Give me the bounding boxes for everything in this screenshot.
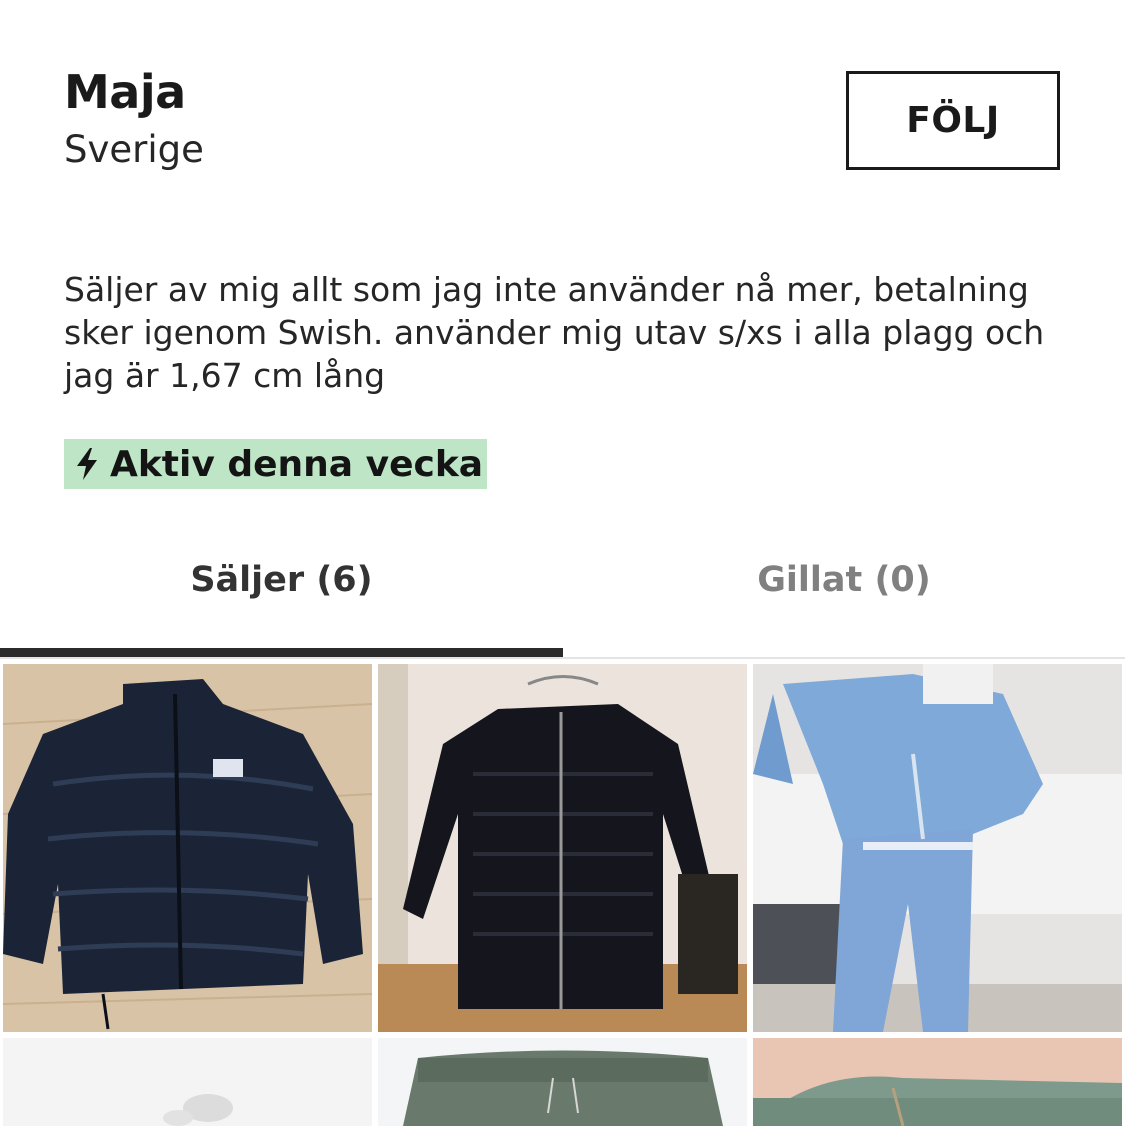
profile-name: Maja — [64, 65, 186, 119]
listing-photo — [3, 664, 372, 1032]
follow-button[interactable]: FÖLJ — [846, 71, 1060, 170]
listing-white-item[interactable] — [3, 1038, 372, 1126]
activity-badge-label: Aktiv denna vecka — [110, 443, 484, 485]
listing-photo — [378, 1038, 747, 1126]
listing-photo — [753, 1038, 1122, 1126]
listing-green-velour-top[interactable] — [753, 1038, 1122, 1126]
profile-bio: Säljer av mig allt som jag inte använder… — [64, 270, 1045, 395]
profile-location: Sverige — [64, 128, 204, 171]
listing-photo — [753, 664, 1122, 1032]
tab-liked[interactable]: Gillat (0) — [563, 552, 1125, 608]
activity-badge: Aktiv denna vecka — [64, 439, 488, 489]
listing-light-blue-tracksuit[interactable] — [753, 664, 1122, 1032]
listing-navy-puffer-jacket[interactable] — [3, 664, 372, 1032]
tab-divider — [0, 657, 1125, 659]
tab-liked-label: Gillat (0) — [757, 560, 931, 600]
tab-active-indicator — [0, 648, 563, 657]
listing-green-sweatpants[interactable] — [378, 1038, 747, 1126]
tab-selling[interactable]: Säljer (6) — [0, 552, 563, 608]
listing-photo — [378, 664, 747, 1032]
tab-selling-label: Säljer (6) — [190, 560, 373, 600]
listing-photo — [3, 1038, 372, 1126]
lightning-bolt-icon — [77, 448, 97, 480]
listing-black-quilted-cardigan[interactable] — [378, 664, 747, 1032]
